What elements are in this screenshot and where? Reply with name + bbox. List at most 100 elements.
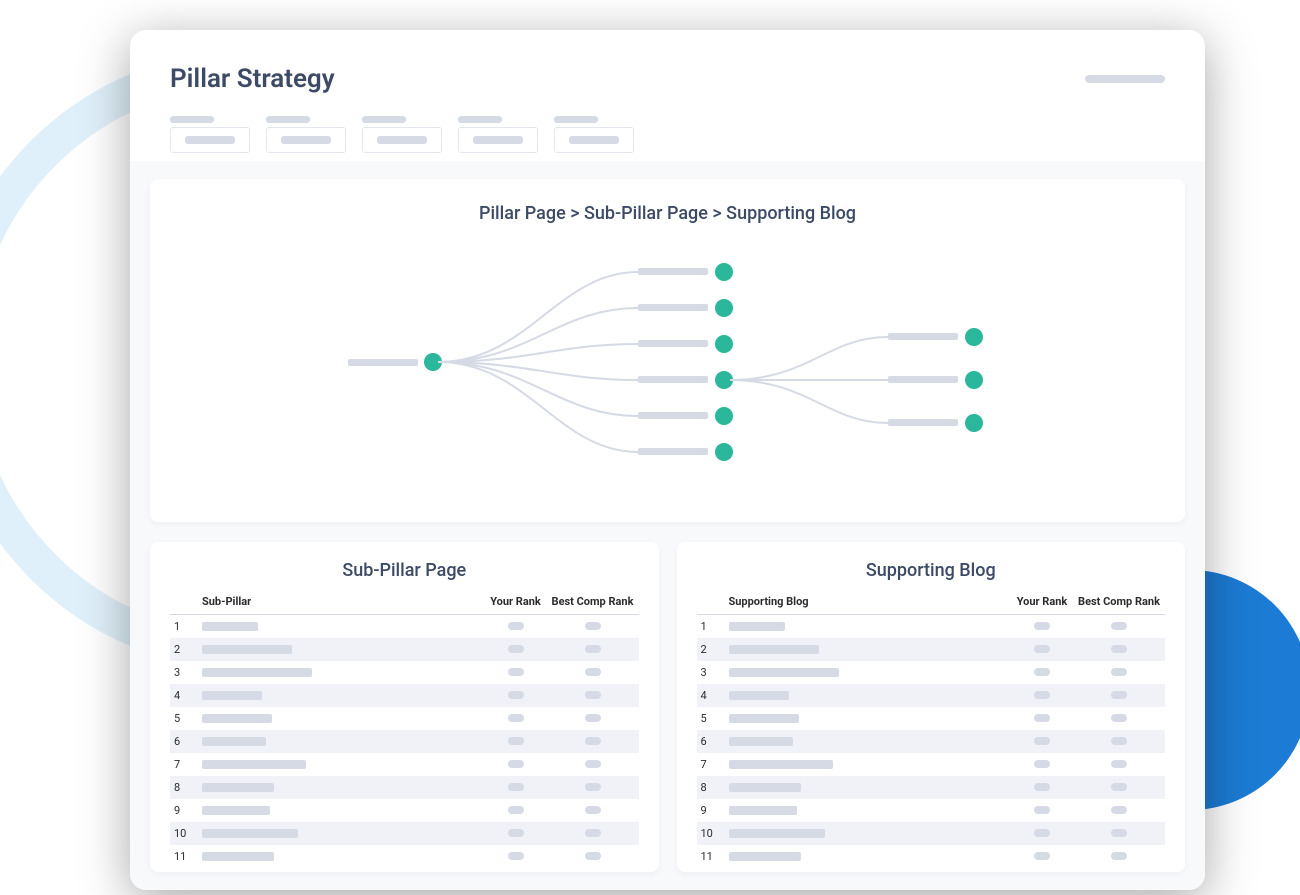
col-number xyxy=(697,591,725,615)
diagram-breadcrumb: Pillar Page > Sub-Pillar Page > Supporti… xyxy=(180,203,1155,224)
table-row[interactable]: 4 xyxy=(697,684,1166,707)
best-comp-rank-placeholder xyxy=(547,730,639,753)
sub-pillar-table: Sub-Pillar Your Rank Best Comp Rank 1234… xyxy=(170,591,639,868)
best-comp-rank-placeholder xyxy=(547,753,639,776)
table-row[interactable]: 1 xyxy=(170,615,639,639)
filter-label-placeholder xyxy=(362,116,406,123)
table-row[interactable]: 6 xyxy=(170,730,639,753)
table-row[interactable]: 3 xyxy=(697,661,1166,684)
row-number: 5 xyxy=(697,707,725,730)
table-row[interactable]: 11 xyxy=(697,845,1166,868)
your-rank-placeholder xyxy=(1011,845,1073,868)
best-comp-rank-placeholder xyxy=(1073,707,1165,730)
best-comp-rank-placeholder xyxy=(1073,776,1165,799)
best-comp-rank-placeholder xyxy=(1073,799,1165,822)
table-row[interactable]: 10 xyxy=(697,822,1166,845)
table-row[interactable]: 10 xyxy=(170,822,639,845)
header-action-placeholder[interactable] xyxy=(1085,75,1165,83)
table-row[interactable]: 6 xyxy=(697,730,1166,753)
table-row[interactable]: 9 xyxy=(697,799,1166,822)
row-number: 9 xyxy=(697,799,725,822)
col-your-rank: Your Rank xyxy=(485,591,547,615)
app-window: Pillar Strategy Pillar Page > Sub-Pillar… xyxy=(130,30,1205,890)
row-name-placeholder xyxy=(198,822,485,845)
content-area: Pillar Page > Sub-Pillar Page > Supporti… xyxy=(130,161,1205,890)
best-comp-rank-placeholder xyxy=(547,799,639,822)
table-row[interactable]: 1 xyxy=(697,615,1166,639)
table-row[interactable]: 8 xyxy=(170,776,639,799)
table-row[interactable]: 11 xyxy=(170,845,639,868)
table-row[interactable]: 2 xyxy=(170,638,639,661)
page-title: Pillar Strategy xyxy=(170,64,335,94)
table-row[interactable]: 5 xyxy=(170,707,639,730)
table-row[interactable]: 4 xyxy=(170,684,639,707)
your-rank-placeholder xyxy=(485,661,547,684)
your-rank-placeholder xyxy=(485,822,547,845)
filter-select[interactable] xyxy=(266,127,346,153)
row-name-placeholder xyxy=(725,684,1012,707)
row-number: 8 xyxy=(170,776,198,799)
row-number: 11 xyxy=(697,845,725,868)
row-number: 10 xyxy=(170,822,198,845)
table-row[interactable]: 7 xyxy=(697,753,1166,776)
your-rank-placeholder xyxy=(485,845,547,868)
filter-2 xyxy=(266,116,346,153)
filter-1 xyxy=(170,116,250,153)
table-row[interactable]: 2 xyxy=(697,638,1166,661)
best-comp-rank-placeholder xyxy=(547,776,639,799)
filter-label-placeholder xyxy=(458,116,502,123)
col-supporting-blog: Supporting Blog xyxy=(725,591,1012,615)
filter-label-placeholder xyxy=(554,116,598,123)
your-rank-placeholder xyxy=(1011,799,1073,822)
filter-select[interactable] xyxy=(554,127,634,153)
row-number: 1 xyxy=(170,615,198,639)
your-rank-placeholder xyxy=(485,707,547,730)
row-name-placeholder xyxy=(198,776,485,799)
row-number: 4 xyxy=(170,684,198,707)
supporting-blog-table-title: Supporting Blog xyxy=(697,560,1166,581)
your-rank-placeholder xyxy=(485,684,547,707)
filter-select[interactable] xyxy=(362,127,442,153)
best-comp-rank-placeholder xyxy=(547,684,639,707)
pillar-diagram-card: Pillar Page > Sub-Pillar Page > Supporti… xyxy=(150,179,1185,522)
filter-select[interactable] xyxy=(170,127,250,153)
your-rank-placeholder xyxy=(485,615,547,639)
row-number: 7 xyxy=(170,753,198,776)
best-comp-rank-placeholder xyxy=(1073,684,1165,707)
table-row[interactable]: 3 xyxy=(170,661,639,684)
col-number xyxy=(170,591,198,615)
your-rank-placeholder xyxy=(1011,730,1073,753)
best-comp-rank-placeholder xyxy=(547,661,639,684)
row-name-placeholder xyxy=(198,845,485,868)
your-rank-placeholder xyxy=(1011,753,1073,776)
best-comp-rank-placeholder xyxy=(547,707,639,730)
your-rank-placeholder xyxy=(485,799,547,822)
filter-5 xyxy=(554,116,634,153)
tables-row: Sub-Pillar Page Sub-Pillar Your Rank Bes… xyxy=(150,542,1185,872)
row-number: 9 xyxy=(170,799,198,822)
best-comp-rank-placeholder xyxy=(1073,661,1165,684)
table-row[interactable]: 8 xyxy=(697,776,1166,799)
row-number: 2 xyxy=(697,638,725,661)
row-name-placeholder xyxy=(725,661,1012,684)
best-comp-rank-placeholder xyxy=(1073,822,1165,845)
best-comp-rank-placeholder xyxy=(1073,845,1165,868)
your-rank-placeholder xyxy=(1011,707,1073,730)
sub-pillar-table-card: Sub-Pillar Page Sub-Pillar Your Rank Bes… xyxy=(150,542,659,872)
filter-select[interactable] xyxy=(458,127,538,153)
table-row[interactable]: 5 xyxy=(697,707,1166,730)
row-name-placeholder xyxy=(725,845,1012,868)
best-comp-rank-placeholder xyxy=(1073,730,1165,753)
row-number: 8 xyxy=(697,776,725,799)
row-number: 3 xyxy=(170,661,198,684)
filter-label-placeholder xyxy=(266,116,310,123)
row-name-placeholder xyxy=(198,799,485,822)
table-row[interactable]: 7 xyxy=(170,753,639,776)
your-rank-placeholder xyxy=(1011,776,1073,799)
table-row[interactable]: 9 xyxy=(170,799,639,822)
row-name-placeholder xyxy=(725,822,1012,845)
row-number: 2 xyxy=(170,638,198,661)
filter-label-placeholder xyxy=(170,116,214,123)
row-number: 3 xyxy=(697,661,725,684)
your-rank-placeholder xyxy=(485,776,547,799)
